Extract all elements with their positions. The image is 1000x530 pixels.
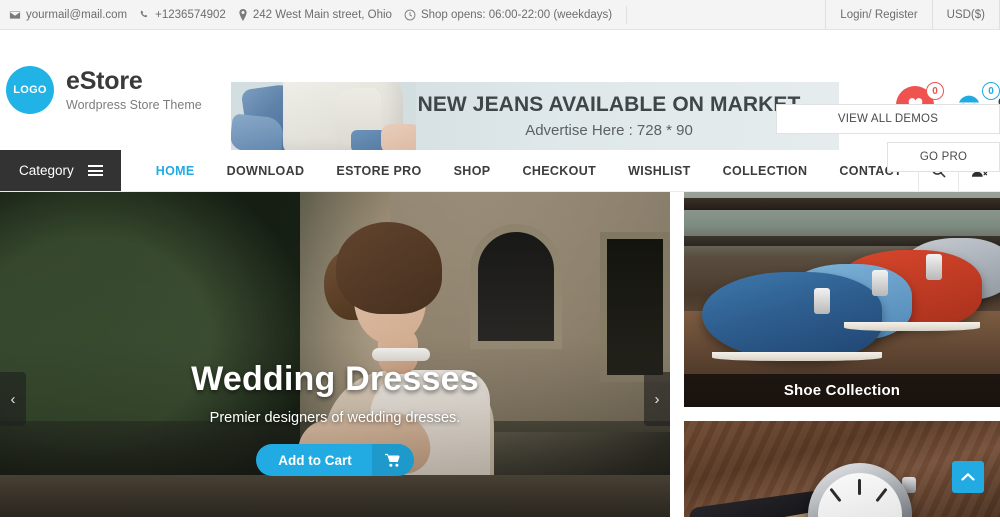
banner-subtitle: Advertise Here : 728 * 90 (525, 122, 693, 139)
shoe-blue (702, 272, 882, 360)
slider-caption: Wedding Dresses Premier designers of wed… (0, 360, 670, 476)
hero-slider[interactable]: Wedding Dresses Premier designers of wed… (0, 192, 670, 517)
nav-item-download[interactable]: DOWNLOAD (211, 150, 321, 192)
view-all-demos-button[interactable]: VIEW ALL DEMOS (776, 104, 1000, 134)
category-menu-button[interactable]: Category (0, 150, 121, 191)
nav-item-shop[interactable]: SHOP (438, 150, 507, 192)
topbar-email[interactable]: yourmail@mail.com (9, 9, 127, 21)
nav-item-wishlist[interactable]: WISHLIST (612, 150, 707, 192)
cart-icon (371, 444, 414, 476)
slider-subtitle: Premier designers of wedding dresses. (209, 410, 461, 426)
banner-text-block: NEW JEANS AVAILABLE ON MARKET Advertise … (399, 82, 819, 150)
brand-tagline: Wordpress Store Theme (66, 97, 202, 112)
add-to-cart-button[interactable]: Add to Cart (256, 444, 414, 476)
topbar-address-text: 242 West Main street, Ohio (252, 8, 392, 21)
logo-icon: LOGO (6, 66, 54, 114)
nav-item-checkout[interactable]: CHECKOUT (506, 150, 612, 192)
brand-logo-block[interactable]: LOGO eStore Wordpress Store Theme (0, 66, 228, 114)
topbar-account-group: Login/ Register USD($) (825, 0, 1000, 29)
promo-card-column: Shoe Collection (684, 192, 1000, 517)
map-pin-icon (238, 8, 248, 21)
nav-item-estore-pro[interactable]: ESTORE PRO (320, 150, 437, 192)
add-to-cart-label: Add to Cart (278, 452, 352, 468)
clock-icon (404, 9, 416, 21)
wishlist-count-badge: 0 (926, 82, 944, 100)
nav-menu-list: HOME DOWNLOAD ESTORE PRO SHOP CHECKOUT W… (121, 150, 918, 191)
shoe-buckle (926, 254, 942, 280)
slider-title: Wedding Dresses (191, 360, 479, 398)
nav-item-collection[interactable]: COLLECTION (707, 150, 824, 192)
envelope-icon (9, 9, 21, 21)
chevron-up-icon (961, 473, 975, 481)
topbar-address: 242 West Main street, Ohio (238, 8, 392, 21)
nav-item-home[interactable]: HOME (140, 150, 211, 192)
topbar-phone[interactable]: +1236574902 (139, 9, 226, 21)
banner-photo (231, 82, 416, 150)
topbar-contact-group: yourmail@mail.com +1236574902 242 West M… (0, 5, 628, 24)
currency-selector[interactable]: USD($) (931, 0, 1000, 29)
topbar-divider (626, 5, 628, 24)
go-pro-button[interactable]: GO PRO (887, 142, 1000, 172)
shoe-collection-card[interactable]: Shoe Collection (684, 192, 1000, 407)
topbar-phone-text: +1236574902 (155, 8, 226, 21)
main-content: Wedding Dresses Premier designers of wed… (0, 192, 1000, 517)
shoe-buckle (814, 288, 830, 314)
brand-name: eStore (66, 67, 143, 96)
brand-text-block: eStore Wordpress Store Theme (66, 67, 202, 112)
topbar-email-text: yourmail@mail.com (26, 8, 128, 21)
slider-prev-button[interactable]: ‹ (0, 372, 26, 426)
shoe-sole (712, 352, 882, 361)
phone-icon (139, 9, 150, 20)
shoe-collection-label: Shoe Collection (684, 374, 1000, 407)
topbar-hours-text: Shop opens: 06:00-22:00 (weekdays) (420, 8, 613, 21)
login-register-link[interactable]: Login/ Register (825, 0, 931, 29)
banner-title: NEW JEANS AVAILABLE ON MARKET (417, 93, 801, 116)
scroll-to-top-button[interactable] (952, 461, 984, 493)
site-header: LOGO eStore Wordpress Store Theme NEW JE… (0, 30, 1000, 172)
shoe-sole (844, 322, 980, 331)
slider-next-button[interactable]: › (644, 372, 670, 426)
top-info-bar: yourmail@mail.com +1236574902 242 West M… (0, 0, 1000, 30)
advertisement-banner[interactable]: NEW JEANS AVAILABLE ON MARKET Advertise … (231, 82, 839, 150)
category-label: Category (19, 163, 74, 178)
shoe-buckle (872, 270, 888, 296)
topbar-hours: Shop opens: 06:00-22:00 (weekdays) (404, 9, 612, 21)
hamburger-icon (87, 165, 103, 176)
main-navigation: Category HOME DOWNLOAD ESTORE PRO SHOP C… (0, 150, 1000, 192)
demo-promo-panel: VIEW ALL DEMOS GO PRO (776, 104, 1000, 172)
